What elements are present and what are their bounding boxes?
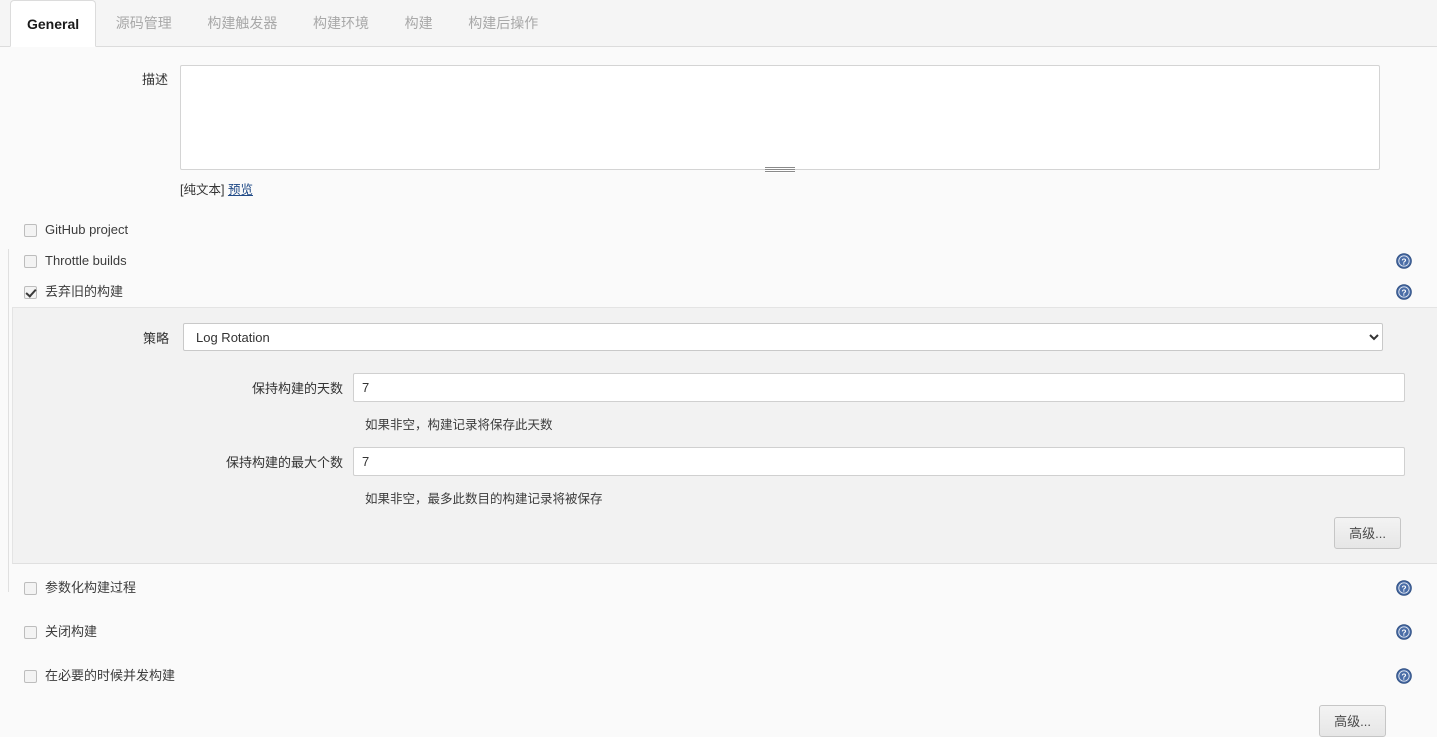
- option-row-throttle-builds[interactable]: Throttle builds ?: [0, 245, 1437, 276]
- label-parameterized-build: 参数化构建过程: [45, 580, 137, 595]
- description-footer: [纯文本] 预览: [180, 179, 1437, 198]
- tab-build-triggers[interactable]: 构建触发器: [191, 0, 293, 47]
- panel-advanced-button-row: 高级...: [13, 517, 1437, 549]
- description-row: 描述 [纯文本] 预览: [0, 47, 1437, 198]
- tab-build[interactable]: 构建: [389, 0, 449, 47]
- max-builds-to-keep-row: 保持构建的最大个数: [13, 444, 1437, 479]
- checkbox-parameterized-build[interactable]: [24, 581, 37, 595]
- tab-general[interactable]: General: [10, 0, 97, 47]
- help-icon-parameterized-build[interactable]: ?: [1396, 579, 1412, 596]
- resize-grip-icon[interactable]: [765, 166, 795, 173]
- tab-build-environment[interactable]: 构建环境: [297, 0, 385, 47]
- panel-advanced-button[interactable]: 高级...: [1334, 517, 1401, 549]
- days-to-keep-input[interactable]: [353, 373, 1405, 402]
- label-disable-build: 关闭构建: [45, 624, 98, 639]
- preview-link[interactable]: 预览: [228, 183, 253, 197]
- config-tab-bar: General 源码管理 构建触发器 构建环境 构建 构建后操作: [0, 0, 1437, 47]
- option-row-github-project[interactable]: GitHub project: [0, 214, 1437, 245]
- help-icon-discard-old-builds[interactable]: ?: [1396, 283, 1412, 300]
- label-discard-old-builds: 丢弃旧的构建: [45, 284, 124, 299]
- checkbox-disable-build[interactable]: [24, 625, 37, 639]
- discard-old-builds-panel: 策略 Log Rotation 保持构建的天数 如果非空，构建记录将保存此天数 …: [12, 307, 1437, 564]
- days-to-keep-label: 保持构建的天数: [251, 381, 343, 396]
- plain-text-note: [纯文本]: [180, 183, 225, 197]
- checkbox-throttle-builds[interactable]: [24, 254, 37, 268]
- option-row-discard-old-builds[interactable]: 丢弃旧的构建 ?: [0, 276, 1437, 307]
- description-label: 描述: [141, 72, 168, 87]
- option-row-concurrent-builds[interactable]: 在必要的时候并发构建 ?: [0, 660, 1437, 691]
- option-row-disable-build[interactable]: 关闭构建 ?: [0, 616, 1437, 647]
- help-icon-disable-build[interactable]: ?: [1396, 623, 1412, 640]
- svg-text:?: ?: [1401, 256, 1406, 266]
- svg-text:?: ?: [1401, 287, 1406, 297]
- days-to-keep-hint: 如果非空，构建记录将保存此天数: [365, 418, 553, 432]
- description-input[interactable]: [181, 66, 1379, 169]
- tab-post-build-actions[interactable]: 构建后操作: [452, 0, 554, 47]
- max-builds-to-keep-hint: 如果非空，最多此数目的构建记录将被保存: [365, 492, 603, 506]
- option-row-parameterized-build[interactable]: 参数化构建过程 ?: [0, 572, 1437, 603]
- label-concurrent-builds: 在必要的时候并发构建: [45, 668, 176, 683]
- tab-scm[interactable]: 源码管理: [100, 0, 188, 47]
- checkbox-concurrent-builds[interactable]: [24, 669, 37, 683]
- svg-text:?: ?: [1401, 671, 1406, 681]
- general-config-form: 描述 [纯文本] 预览 GitHub project Throttle buil…: [0, 47, 1437, 737]
- strategy-label: 策略: [142, 330, 169, 346]
- label-throttle-builds: Throttle builds: [45, 253, 127, 268]
- label-github-project: GitHub project: [45, 222, 129, 237]
- svg-text:?: ?: [1401, 583, 1406, 593]
- footer-advanced-button[interactable]: 高级...: [1319, 705, 1386, 737]
- strategy-row: 策略 Log Rotation: [13, 320, 1437, 354]
- strategy-select[interactable]: Log Rotation: [183, 323, 1383, 351]
- svg-text:?: ?: [1401, 627, 1406, 637]
- max-builds-to-keep-input[interactable]: [353, 447, 1405, 476]
- checkbox-discard-old-builds[interactable]: [24, 285, 37, 299]
- description-textarea-wrapper: [180, 65, 1380, 173]
- footer-advanced-button-row: 高级...: [0, 705, 1437, 737]
- help-icon-concurrent-builds[interactable]: ?: [1396, 667, 1412, 684]
- checkbox-github-project[interactable]: [24, 223, 37, 237]
- max-builds-to-keep-label: 保持构建的最大个数: [225, 455, 343, 470]
- days-to-keep-row: 保持构建的天数: [13, 370, 1437, 405]
- help-icon-throttle-builds[interactable]: ?: [1396, 252, 1412, 269]
